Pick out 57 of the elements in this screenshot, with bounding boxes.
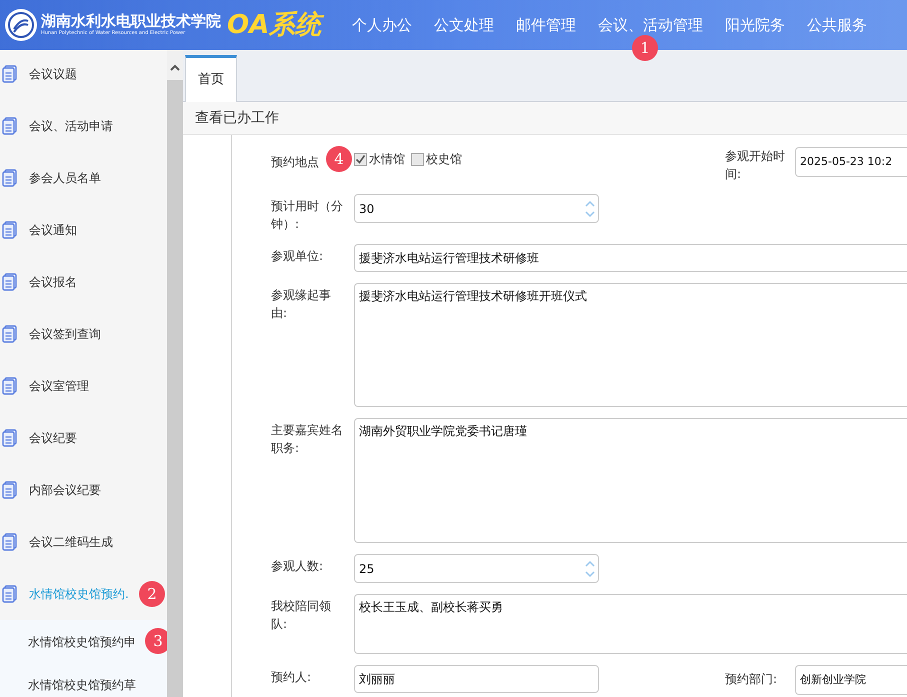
nav-link[interactable]: 个人办公 <box>352 16 412 34</box>
submenu-item[interactable]: 水情馆校史馆预约申 <box>28 632 136 650</box>
nav-link[interactable]: 公文处理 <box>434 16 494 34</box>
sidebar-item[interactable]: 会议纪要 <box>29 429 77 447</box>
field-label: 参观缘起事由: <box>271 287 332 322</box>
sidebar-item[interactable]: 会议二维码生成 <box>29 533 113 551</box>
field-label: 预约人: <box>271 669 312 686</box>
submenu-item[interactable]: 水情馆校史馆预约草 <box>28 676 136 694</box>
tab[interactable]: 首页 <box>185 55 237 102</box>
field-label: 我校陪同领队: <box>271 598 332 633</box>
document-icon <box>2 481 17 499</box>
sidebar-item[interactable]: 会议报名 <box>29 273 77 291</box>
number-field[interactable]: 25 <box>354 554 599 583</box>
sidebar-item[interactable]: 会议通知 <box>29 221 77 239</box>
document-icon <box>2 325 17 343</box>
checkbox-label: 校史馆 <box>426 151 462 168</box>
sidebar-item[interactable]: 会议室管理 <box>29 377 89 395</box>
page-title: 查看已办工作 <box>195 108 279 128</box>
document-icon <box>2 221 17 239</box>
field-label: 参观开始时间: <box>725 148 786 183</box>
sidebar-item[interactable]: 内部会议纪要 <box>29 481 101 499</box>
text-area[interactable]: 湖南外贸职业学院党委书记唐瑾 <box>354 418 907 543</box>
field-label: 预计用时（分钟）: <box>271 198 344 233</box>
text-area[interactable]: 援斐济水电站运行管理技术研修班开班仪式 <box>354 283 907 407</box>
sidebar-item[interactable]: 会议签到查询 <box>29 325 101 343</box>
sidebar-item[interactable]: 会议、活动申请 <box>29 117 113 135</box>
step-badge: 2 <box>139 581 165 607</box>
document-icon <box>2 429 17 447</box>
step-badge: 4 <box>326 146 352 172</box>
document-icon <box>2 65 17 83</box>
field-label: 预约地点 <box>271 154 319 171</box>
sidebar-item[interactable]: 会议议题 <box>29 65 77 83</box>
step-badge: 3 <box>145 628 167 654</box>
checkbox[interactable] <box>354 152 367 166</box>
checkbox[interactable] <box>411 152 424 166</box>
field-label: 主要嘉宾姓名职务: <box>271 422 344 457</box>
sidebar-item[interactable]: 参会人员名单 <box>29 169 101 187</box>
document-icon <box>2 377 17 395</box>
field-label: 参观人数: <box>271 558 324 575</box>
school-name: 湖南水利水电职业技术学院 <box>41 14 221 29</box>
document-icon <box>2 117 17 135</box>
text-field[interactable]: 刘丽丽 <box>354 665 599 693</box>
school-logo-icon <box>4 8 38 42</box>
document-icon <box>2 533 17 551</box>
field-label: 预约部门: <box>725 671 778 688</box>
scroll-up-icon[interactable] <box>170 64 180 71</box>
text-area[interactable]: 校长王玉成、副校长蒋买勇 <box>354 594 907 654</box>
text-field[interactable]: 创新创业学院 <box>795 665 907 695</box>
text-field[interactable]: 2025-05-23 10:2 <box>795 147 907 177</box>
number-field[interactable]: 30 <box>354 194 599 223</box>
field-label: 参观单位: <box>271 248 324 265</box>
document-icon <box>2 169 17 187</box>
step-badge: 1 <box>632 35 658 61</box>
checkbox-label: 水情馆 <box>369 151 405 168</box>
document-icon <box>2 585 17 603</box>
text-field[interactable]: 援斐济水电站运行管理技术研修班 <box>354 244 907 272</box>
document-icon <box>2 273 17 291</box>
